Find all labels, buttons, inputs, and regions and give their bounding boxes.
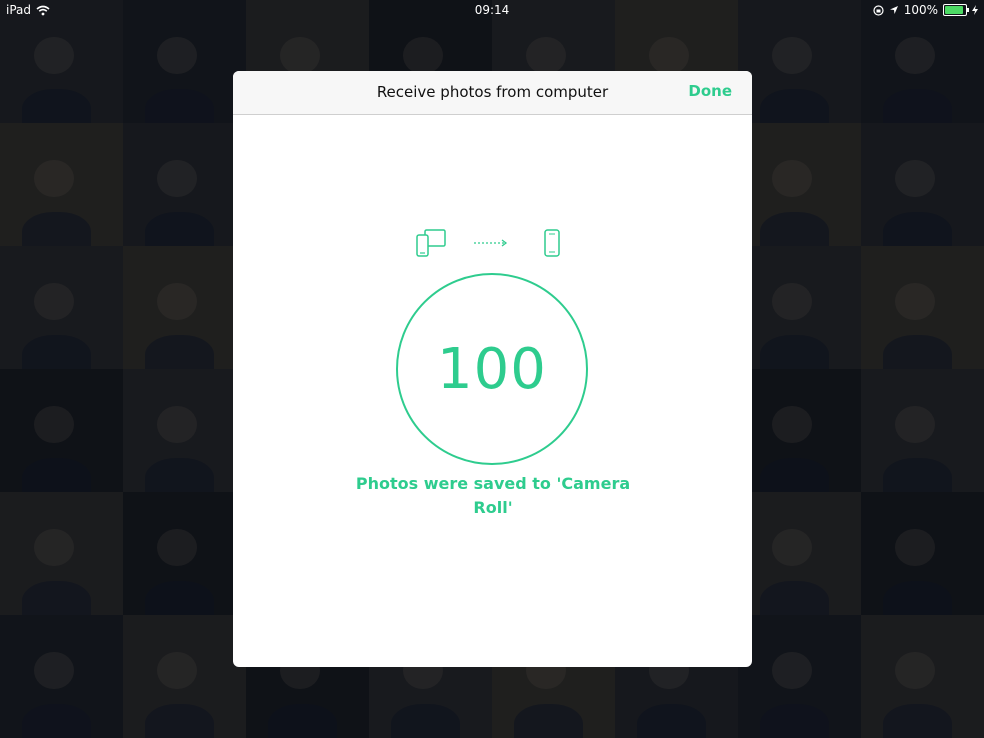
progress-circle: 100 [396,273,588,465]
transfer-arrow-icon [474,239,508,247]
rotation-lock-icon [873,4,884,16]
saved-message: Photos were saved to 'Camera Roll' [355,474,631,517]
phone-icon [544,229,560,257]
photo-count: 100 [437,336,547,402]
dialog-title: Receive photos from computer [376,83,609,101]
status-bar: iPad 09:14 100% [0,0,984,20]
location-arrow-icon [889,6,898,14]
dialog-header: Receive photos from computer Done [233,71,752,115]
done-button[interactable]: Done [688,82,732,100]
receive-photos-dialog: Receive photos from computer Done 100 Ph… [233,71,752,667]
charging-bolt-icon [972,5,978,15]
battery-percentage: 100% [903,3,938,17]
computer-devices-icon [416,229,446,257]
status-time: 09:14 [474,3,510,17]
transfer-illustration [416,229,560,257]
battery-level [945,6,963,14]
battery-icon [943,4,969,16]
screen: iPad 09:14 100% Receive photos from comp… [0,0,984,738]
